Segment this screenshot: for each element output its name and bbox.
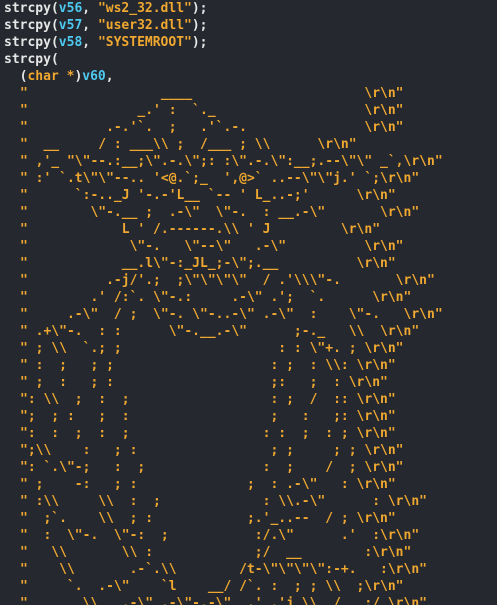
ascii-art-line: " __ / : ___\\ ; /___ ; \\ \r\n" — [20, 137, 357, 152]
function-name: strcpy — [4, 1, 51, 16]
code-line: strcpy(v57, "user32.dll"); — [4, 18, 208, 33]
ascii-art-line: " \"-. \"--\" .-\" \r\n" — [20, 239, 404, 254]
ascii-art-line: ": \\ ; : ; : ; / :: \r\n" — [20, 392, 396, 407]
string-literal: "SYSTEMROOT" — [97, 35, 192, 50]
ascii-art-line: " .+\"-. : : \"-.__.-\" ;-._ \\ \r\n" — [20, 324, 420, 339]
code-line: strcpy(v58, "SYSTEMROOT"); — [4, 35, 208, 50]
ascii-art-line: " _.' : `._ \r\n" — [20, 103, 404, 118]
code-lines: strcpy(v56, "ws2_32.dll"); strcpy(v57, "… — [0, 0, 497, 605]
ascii-art-line: " : ; ; ; : ; : \\: \r\n" — [20, 358, 396, 373]
ascii-art-line: " \\ .-\" .-\"-.-\" .' .'j \\ / ;/ \r\n" — [20, 596, 427, 605]
code-editor: strcpy(v56, "ws2_32.dll"); strcpy(v57, "… — [0, 0, 497, 605]
code-line: strcpy( — [4, 52, 59, 67]
ascii-art-line: ": `.\"-; : ; : ; / ; \r\n" — [20, 460, 404, 475]
string-literal: "ws2_32.dll" — [97, 1, 192, 16]
function-name: strcpy — [4, 35, 51, 50]
ascii-art-line: " ;`. \\ ; : ;.'_..-- / ; \r\n" — [20, 511, 396, 526]
ascii-art-line: " `:-.._J '-.-'L__ `-- ' L_..-;' \r\n" — [20, 188, 396, 203]
type-cast: char * — [27, 69, 75, 84]
ascii-art-line: ": : ; : ; : : ; : ; \r\n" — [20, 426, 396, 441]
ascii-art-line: " .' /:`. \"-.: .-\" .'; `. \r\n" — [20, 290, 412, 305]
ascii-art-line: " \\ .-`.\\ /t-\"\"\"\":-+. :\r\n" — [20, 562, 427, 577]
code-line: (char *)v60, — [19, 69, 114, 84]
ascii-art-line: " .-j/'.; ;\"\"\"\" / .'\\\"-. \r\n" — [20, 273, 435, 288]
ascii-art-line: ";\\ : ; : ; ; ; ; \r\n" — [20, 443, 404, 458]
string-literal: "user32.dll" — [97, 18, 192, 33]
ascii-art-block: " ____ \r\n" " _.' : `._ \r\n" " .-.'`. ; … — [4, 85, 497, 605]
variable: v57 — [58, 18, 83, 33]
ascii-art-line: " :' `.t\"\"--.. '<@.`;_ ',@>` ..--\"\"j… — [20, 171, 420, 186]
ascii-art-line: "; ; : ; : ; : ;: \r\n" — [20, 409, 396, 424]
ascii-art-line: " ; -: ; : ; : .-\" : \r\n" — [20, 477, 396, 492]
ascii-art-line: " \"-.__ ; .-\" \"-. : __.-\" \r\n" — [20, 205, 420, 220]
variable: v56 — [58, 1, 83, 16]
ascii-art-line: " \\ \\ : ;/ __ :\r\n" — [20, 545, 412, 560]
function-name: strcpy — [4, 18, 51, 33]
ascii-art-line: " __.l\"-:_JL_;-\";.__ \r\n" — [20, 256, 396, 271]
code-line: strcpy(v56, "ws2_32.dll"); — [4, 1, 208, 16]
function-name: strcpy — [4, 52, 51, 67]
ascii-art-line: " ; \\ `.; ; : : \"+. ; \r\n" — [20, 341, 404, 356]
ascii-art-line: " `. .-\" `l __/ /`. : ; ; \\ ;\r\n" — [20, 579, 404, 594]
ascii-art-line: " L ' /.------.\\ ' J \r\n" — [20, 222, 381, 237]
ascii-art-line: " :\\ \\ : ; : \\.-\" : \r\n" — [20, 494, 427, 509]
ascii-art-line: " .-.'`. ; .'`.-. \r\n" — [20, 120, 404, 135]
variable: v60 — [82, 69, 106, 84]
ascii-art-line: " : \"-. \"-: ; :/.\" .' :\r\n" — [20, 528, 420, 543]
ascii-art-line: " .-\" / ; \"-. \"-..-\" .-\" : \"-. \r\… — [20, 307, 443, 322]
ascii-art-line: " ; : ; : ;: ; : \r\n" — [20, 375, 388, 390]
variable: v58 — [58, 35, 83, 50]
ascii-art-line: " ,'_ "\"--.:__;\".-.\";: :\".-.\":__;.-… — [20, 154, 443, 169]
ascii-art-line: " ____ \r\n" — [20, 86, 404, 101]
